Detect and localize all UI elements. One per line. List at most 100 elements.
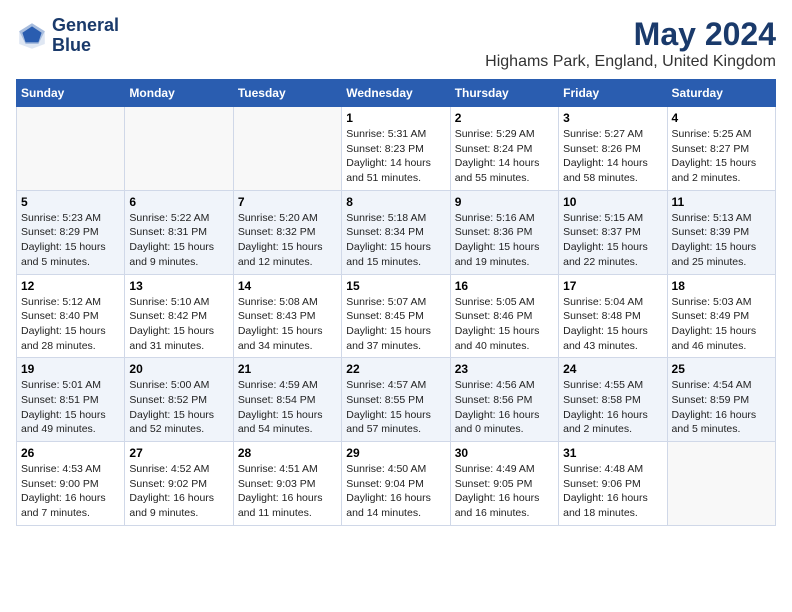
day-number: 7	[238, 195, 337, 209]
calendar-table: SundayMondayTuesdayWednesdayThursdayFrid…	[16, 79, 776, 526]
day-info: Sunrise: 5:20 AM Sunset: 8:32 PM Dayligh…	[238, 211, 337, 270]
day-number: 24	[563, 362, 662, 376]
calendar-cell: 6Sunrise: 5:22 AM Sunset: 8:31 PM Daylig…	[125, 190, 233, 274]
day-info: Sunrise: 5:08 AM Sunset: 8:43 PM Dayligh…	[238, 295, 337, 354]
calendar-cell	[667, 442, 775, 526]
day-info: Sunrise: 5:18 AM Sunset: 8:34 PM Dayligh…	[346, 211, 445, 270]
calendar-cell: 1 Sunrise: 5:31 AM Sunset: 8:23 PM Daylig…	[342, 107, 450, 191]
day-info: Sunrise: 5:23 AM Sunset: 8:29 PM Dayligh…	[21, 211, 120, 270]
calendar-cell: 2 Sunrise: 5:29 AM Sunset: 8:24 PM Daylig…	[450, 107, 558, 191]
calendar-cell: 14 Sunrise: 5:08 AM Sunset: 8:43 PM Dayli…	[233, 274, 341, 358]
day-info: Sunrise: 4:57 AM Sunset: 8:55 PM Dayligh…	[346, 378, 445, 437]
day-info: Sunrise: 5:00 AM Sunset: 8:52 PM Dayligh…	[129, 378, 228, 437]
logo-text: General Blue	[52, 16, 119, 56]
day-number: 11	[672, 195, 771, 209]
day-info: Sunrise: 5:04 AM Sunset: 8:48 PM Dayligh…	[563, 295, 662, 354]
calendar-cell: 22 Sunrise: 4:57 AM Sunset: 8:55 PM Dayli…	[342, 358, 450, 442]
header-sunday: Sunday	[17, 80, 125, 107]
calendar-header-row: SundayMondayTuesdayWednesdayThursdayFrid…	[17, 80, 776, 107]
day-number: 14	[238, 279, 337, 293]
calendar-cell: 17 Sunrise: 5:04 AM Sunset: 8:48 PM Dayli…	[559, 274, 667, 358]
calendar-cell	[125, 107, 233, 191]
logo-icon	[16, 20, 48, 52]
calendar-cell: 8Sunrise: 5:18 AM Sunset: 8:34 PM Daylig…	[342, 190, 450, 274]
calendar-cell: 15Sunrise: 5:07 AM Sunset: 8:45 PM Dayli…	[342, 274, 450, 358]
day-info: Sunrise: 5:27 AM Sunset: 8:26 PM Dayligh…	[563, 127, 662, 186]
day-number: 5	[21, 195, 120, 209]
day-info: Sunrise: 4:53 AM Sunset: 9:00 PM Dayligh…	[21, 462, 120, 521]
header-friday: Friday	[559, 80, 667, 107]
week-row-2: 5 Sunrise: 5:23 AM Sunset: 8:29 PM Daylig…	[17, 190, 776, 274]
day-number: 28	[238, 446, 337, 460]
page-header: General Blue May 2024 Highams Park, Engl…	[16, 16, 776, 71]
day-number: 23	[455, 362, 554, 376]
calendar-cell: 31Sunrise: 4:48 AM Sunset: 9:06 PM Dayli…	[559, 442, 667, 526]
calendar-cell: 24 Sunrise: 4:55 AM Sunset: 8:58 PM Dayli…	[559, 358, 667, 442]
calendar-cell: 21Sunrise: 4:59 AM Sunset: 8:54 PM Dayli…	[233, 358, 341, 442]
day-number: 20	[129, 362, 228, 376]
calendar-cell: 26 Sunrise: 4:53 AM Sunset: 9:00 PM Dayli…	[17, 442, 125, 526]
day-info: Sunrise: 5:10 AM Sunset: 8:42 PM Dayligh…	[129, 295, 228, 354]
day-number: 29	[346, 446, 445, 460]
week-row-4: 19Sunrise: 5:01 AM Sunset: 8:51 PM Dayli…	[17, 358, 776, 442]
calendar-cell: 12 Sunrise: 5:12 AM Sunset: 8:40 PM Dayli…	[17, 274, 125, 358]
day-info: Sunrise: 5:25 AM Sunset: 8:27 PM Dayligh…	[672, 127, 771, 186]
day-info: Sunrise: 5:16 AM Sunset: 8:36 PM Dayligh…	[455, 211, 554, 270]
header-wednesday: Wednesday	[342, 80, 450, 107]
calendar-cell: 19Sunrise: 5:01 AM Sunset: 8:51 PM Dayli…	[17, 358, 125, 442]
day-number: 25	[672, 362, 771, 376]
day-number: 2	[455, 111, 554, 125]
day-info: Sunrise: 4:54 AM Sunset: 8:59 PM Dayligh…	[672, 378, 771, 437]
calendar-cell: 13 Sunrise: 5:10 AM Sunset: 8:42 PM Dayli…	[125, 274, 233, 358]
day-info: Sunrise: 4:56 AM Sunset: 8:56 PM Dayligh…	[455, 378, 554, 437]
day-number: 27	[129, 446, 228, 460]
calendar-cell: 30Sunrise: 4:49 AM Sunset: 9:05 PM Dayli…	[450, 442, 558, 526]
calendar-cell: 5 Sunrise: 5:23 AM Sunset: 8:29 PM Daylig…	[17, 190, 125, 274]
day-number: 10	[563, 195, 662, 209]
day-info: Sunrise: 4:52 AM Sunset: 9:02 PM Dayligh…	[129, 462, 228, 521]
header-saturday: Saturday	[667, 80, 775, 107]
calendar-cell: 4 Sunrise: 5:25 AM Sunset: 8:27 PM Daylig…	[667, 107, 775, 191]
header-tuesday: Tuesday	[233, 80, 341, 107]
calendar-cell: 25 Sunrise: 4:54 AM Sunset: 8:59 PM Dayli…	[667, 358, 775, 442]
day-number: 12	[21, 279, 120, 293]
title-block: May 2024 Highams Park, England, United K…	[485, 16, 776, 71]
day-info: Sunrise: 4:49 AM Sunset: 9:05 PM Dayligh…	[455, 462, 554, 521]
day-info: Sunrise: 5:22 AM Sunset: 8:31 PM Dayligh…	[129, 211, 228, 270]
calendar-cell: 11 Sunrise: 5:13 AM Sunset: 8:39 PM Dayli…	[667, 190, 775, 274]
day-info: Sunrise: 5:07 AM Sunset: 8:45 PM Dayligh…	[346, 295, 445, 354]
header-thursday: Thursday	[450, 80, 558, 107]
calendar-cell: 10 Sunrise: 5:15 AM Sunset: 8:37 PM Dayli…	[559, 190, 667, 274]
calendar-cell: 16 Sunrise: 5:05 AM Sunset: 8:46 PM Dayli…	[450, 274, 558, 358]
day-number: 22	[346, 362, 445, 376]
day-number: 13	[129, 279, 228, 293]
calendar-cell	[233, 107, 341, 191]
day-number: 31	[563, 446, 662, 460]
header-monday: Monday	[125, 80, 233, 107]
calendar-cell: 18Sunrise: 5:03 AM Sunset: 8:49 PM Dayli…	[667, 274, 775, 358]
day-info: Sunrise: 4:59 AM Sunset: 8:54 PM Dayligh…	[238, 378, 337, 437]
calendar-cell: 27 Sunrise: 4:52 AM Sunset: 9:02 PM Dayli…	[125, 442, 233, 526]
day-info: Sunrise: 5:13 AM Sunset: 8:39 PM Dayligh…	[672, 211, 771, 270]
subtitle: Highams Park, England, United Kingdom	[485, 53, 776, 71]
day-info: Sunrise: 5:29 AM Sunset: 8:24 PM Dayligh…	[455, 127, 554, 186]
calendar-cell: 3Sunrise: 5:27 AM Sunset: 8:26 PM Daylig…	[559, 107, 667, 191]
week-row-5: 26 Sunrise: 4:53 AM Sunset: 9:00 PM Dayli…	[17, 442, 776, 526]
day-number: 4	[672, 111, 771, 125]
week-row-3: 12 Sunrise: 5:12 AM Sunset: 8:40 PM Dayli…	[17, 274, 776, 358]
calendar-cell: 28Sunrise: 4:51 AM Sunset: 9:03 PM Dayli…	[233, 442, 341, 526]
day-number: 26	[21, 446, 120, 460]
calendar-cell: 9Sunrise: 5:16 AM Sunset: 8:36 PM Daylig…	[450, 190, 558, 274]
day-number: 17	[563, 279, 662, 293]
calendar-cell: 20 Sunrise: 5:00 AM Sunset: 8:52 PM Dayli…	[125, 358, 233, 442]
day-info: Sunrise: 5:31 AM Sunset: 8:23 PM Dayligh…	[346, 127, 445, 186]
day-info: Sunrise: 5:05 AM Sunset: 8:46 PM Dayligh…	[455, 295, 554, 354]
day-number: 16	[455, 279, 554, 293]
logo: General Blue	[16, 16, 119, 56]
day-info: Sunrise: 5:12 AM Sunset: 8:40 PM Dayligh…	[21, 295, 120, 354]
day-info: Sunrise: 4:55 AM Sunset: 8:58 PM Dayligh…	[563, 378, 662, 437]
day-number: 1	[346, 111, 445, 125]
calendar-cell: 7 Sunrise: 5:20 AM Sunset: 8:32 PM Daylig…	[233, 190, 341, 274]
day-info: Sunrise: 4:50 AM Sunset: 9:04 PM Dayligh…	[346, 462, 445, 521]
day-info: Sunrise: 5:15 AM Sunset: 8:37 PM Dayligh…	[563, 211, 662, 270]
